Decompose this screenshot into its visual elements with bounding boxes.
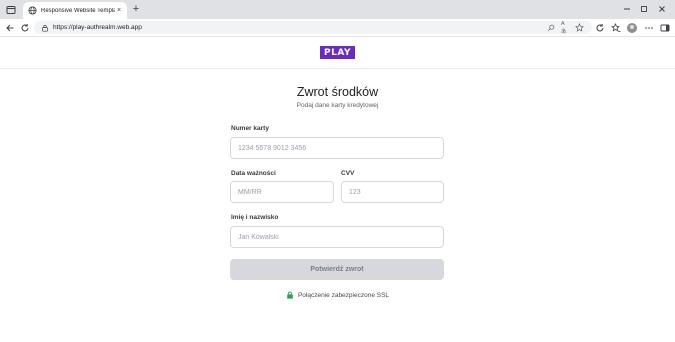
address-bar[interactable]: https://play-authrealm.web.app Aあ	[34, 21, 592, 35]
web-page: PLAY Zwrot środków Podaj dane karty kred…	[0, 38, 675, 342]
new-tab-button[interactable]: +	[131, 4, 141, 15]
site-info-icon[interactable]	[40, 23, 49, 32]
maximize-icon[interactable]	[638, 3, 650, 15]
name-label: Imię i nazwisko	[231, 214, 279, 221]
expiry-input[interactable]	[230, 181, 334, 203]
play-logo[interactable]: PLAY	[320, 46, 355, 59]
profile-avatar[interactable]	[627, 23, 637, 33]
tab-close-icon[interactable]: ×	[115, 7, 123, 15]
favorites-list-icon[interactable]	[610, 22, 622, 34]
confirm-refund-button[interactable]: Potwierdź zwrot	[230, 259, 444, 280]
page-title: Zwrot środków	[296, 85, 379, 99]
logo-text: PLAY	[324, 47, 351, 58]
back-icon[interactable]	[4, 22, 16, 34]
card-number-label: Numer karty	[231, 125, 269, 132]
read-aloud-icon[interactable]: Aあ	[561, 21, 570, 35]
browser-toolbar: https://play-authrealm.web.app Aあ	[0, 19, 675, 37]
page-subtitle: Podaj dane karty kredytowej	[296, 102, 379, 109]
cvv-label: CVV	[341, 170, 355, 177]
site-header: PLAY	[0, 38, 675, 69]
expiry-label: Data ważności	[231, 170, 276, 177]
search-icon[interactable]	[546, 23, 555, 32]
cvv-input[interactable]	[341, 181, 444, 203]
more-menu-icon[interactable]	[643, 22, 655, 34]
name-input[interactable]	[230, 226, 444, 248]
browser-tab[interactable]: Responsive Website Template De ×	[23, 2, 127, 19]
card-number-input[interactable]	[230, 137, 444, 159]
ssl-notice: Połączenie zabezpieczone SSL	[0, 291, 675, 299]
favicon-globe-icon	[27, 6, 37, 16]
close-window-icon[interactable]	[656, 3, 668, 15]
extensions-icon[interactable]	[594, 22, 606, 34]
url-text[interactable]: https://play-authrealm.web.app	[53, 23, 142, 32]
browser-tabstrip: Responsive Website Template De × +	[0, 0, 675, 19]
lock-icon	[286, 291, 294, 299]
minimize-icon[interactable]	[621, 3, 633, 15]
sidebar-icon[interactable]	[659, 22, 671, 34]
window-menu-icon[interactable]	[5, 4, 16, 15]
refresh-icon[interactable]	[19, 22, 31, 34]
ssl-text: Połączenie zabezpieczone SSL	[297, 291, 390, 299]
favorite-star-icon[interactable]	[575, 23, 584, 32]
tab-title: Responsive Website Template De	[41, 7, 115, 14]
